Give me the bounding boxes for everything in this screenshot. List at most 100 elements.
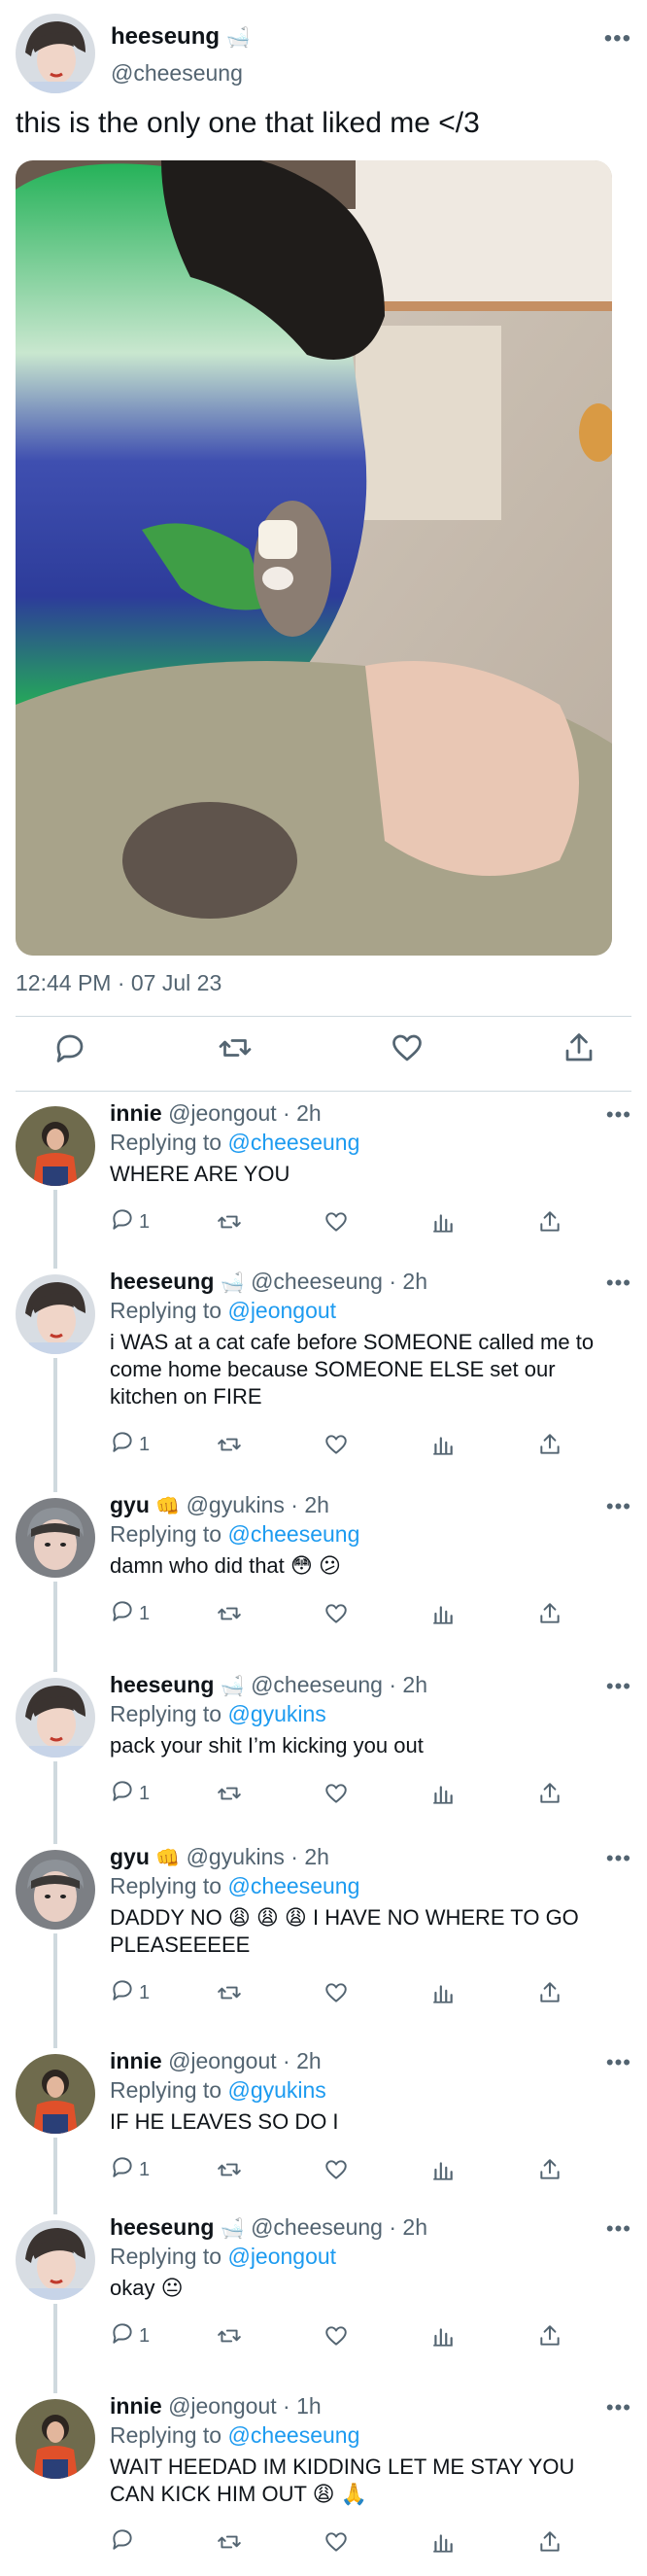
reply-button[interactable]: 1 [110,2155,150,2184]
stats-icon[interactable] [430,1779,456,1808]
author-name[interactable]: innie [110,2393,162,2419]
reply-tweet[interactable]: heeseung 🛁 @cheeseung · 2h ••• Replying to… [0,1269,647,1492]
stats-icon[interactable] [430,2155,456,2184]
reply-tweet[interactable]: innie @jeongout · 1h ••• Replying to @chee… [0,2393,647,2576]
share-icon[interactable] [562,1030,600,1069]
like-icon[interactable] [390,1030,428,1069]
stats-icon[interactable] [430,1978,456,2007]
reply-button[interactable]: 1 [110,1599,150,1628]
reply-button[interactable] [110,2527,139,2557]
reply-button[interactable]: 1 [110,1207,150,1236]
author-handle[interactable]: @cheeseung [251,1672,383,1697]
author-handle[interactable]: @jeongout [168,1100,277,1126]
avatar[interactable] [16,14,95,93]
like-icon[interactable] [324,1779,349,1808]
retweet-icon[interactable] [217,1978,242,2007]
retweet-icon[interactable] [217,1779,242,1808]
stats-icon[interactable] [430,2527,456,2557]
stats-icon[interactable] [430,2321,456,2350]
author-name[interactable]: gyu [110,1844,150,1869]
reply-time[interactable]: 2h [304,1492,329,1517]
tweet-timestamp[interactable]: 12:44 PM · 07 Jul 23 [16,970,221,996]
like-icon[interactable] [324,1599,349,1628]
reply-time[interactable]: 2h [296,2048,322,2073]
avatar[interactable] [16,2054,95,2134]
reply-button[interactable]: 1 [110,1779,150,1808]
reply-time[interactable]: 1h [296,2393,322,2419]
retweet-icon[interactable] [217,2321,242,2350]
retweet-icon[interactable] [217,2527,242,2557]
share-icon[interactable] [537,2321,562,2350]
share-icon[interactable] [537,1779,562,1808]
author-name[interactable]: heeseung [110,2214,214,2240]
like-icon[interactable] [324,2527,349,2557]
retweet-icon[interactable] [217,1207,242,1236]
share-icon[interactable] [537,2155,562,2184]
retweet-icon[interactable] [218,1030,256,1069]
more-icon[interactable]: ••• [606,2395,631,2420]
avatar[interactable] [16,1274,95,1354]
reply-tweet[interactable]: innie @jeongout · 2h ••• Replying to @gyuk… [0,2048,647,2214]
author-handle[interactable]: @cheeseung [251,2214,383,2240]
reply-time[interactable]: 2h [296,1100,322,1126]
more-icon[interactable]: ••• [606,2050,631,2075]
share-icon[interactable] [537,1599,562,1628]
reply-tweet[interactable]: gyu 👊 @gyukins · 2h ••• Replying to @chees… [0,1492,647,1672]
avatar[interactable] [16,1850,95,1930]
share-icon[interactable] [537,2527,562,2557]
replying-to-handle[interactable]: @jeongout [227,2244,336,2269]
more-icon[interactable]: ••• [606,1674,631,1699]
reply-time[interactable]: 2h [304,1844,329,1869]
reply-tweet[interactable]: gyu 👊 @gyukins · 2h ••• Replying to @chees… [0,1844,647,2048]
replying-to-handle[interactable]: @cheeseung [227,1130,359,1155]
stats-icon[interactable] [430,1430,456,1459]
retweet-icon[interactable] [217,1599,242,1628]
stats-icon[interactable] [430,1599,456,1628]
replying-to-handle[interactable]: @cheeseung [227,2422,359,2448]
more-icon[interactable]: ••• [606,1102,631,1128]
retweet-icon[interactable] [217,2155,242,2184]
author-handle[interactable]: @cheeseung [111,60,243,87]
author-name[interactable]: innie [110,1100,162,1126]
replying-to-handle[interactable]: @gyukins [227,2077,325,2103]
more-icon[interactable]: ••• [606,1846,631,1871]
replying-to-handle[interactable]: @gyukins [227,1701,325,1726]
like-icon[interactable] [324,1207,349,1236]
author-name[interactable]: gyu [110,1492,150,1517]
tweet-photo[interactable] [16,160,612,956]
more-icon[interactable]: ••• [606,1271,631,1296]
reply-time[interactable]: 2h [402,1269,427,1294]
replying-to-handle[interactable]: @jeongout [227,1298,336,1323]
replying-to-handle[interactable]: @cheeseung [227,1521,359,1547]
author-name[interactable]: innie [110,2048,162,2073]
share-icon[interactable] [537,1978,562,2007]
avatar[interactable] [16,1106,95,1186]
more-icon[interactable]: ••• [606,1494,631,1519]
reply-time[interactable]: 2h [402,1672,427,1697]
share-icon[interactable] [537,1207,562,1236]
like-icon[interactable] [324,2155,349,2184]
reply-button[interactable]: 1 [110,1978,150,2007]
author-handle[interactable]: @cheeseung [251,1269,383,1294]
reply-tweet[interactable]: innie @jeongout · 2h ••• Replying to @chee… [0,1100,647,1269]
stats-icon[interactable] [430,1207,456,1236]
author-handle[interactable]: @jeongout [168,2048,277,2073]
like-icon[interactable] [324,1978,349,2007]
avatar[interactable] [16,2399,95,2479]
reply-button[interactable]: 1 [110,1430,150,1459]
like-icon[interactable] [324,1430,349,1459]
replying-to-handle[interactable]: @cheeseung [227,1873,359,1898]
reply-time[interactable]: 2h [402,2214,427,2240]
more-icon[interactable]: ••• [604,25,631,52]
avatar[interactable] [16,1678,95,1758]
share-icon[interactable] [537,1430,562,1459]
like-icon[interactable] [324,2321,349,2350]
author-handle[interactable]: @jeongout [168,2393,277,2419]
author-name[interactable]: heeseung 🛁 [111,23,251,51]
author-handle[interactable]: @gyukins [187,1492,285,1517]
reply-tweet[interactable]: heeseung 🛁 @cheeseung · 2h ••• Replying to… [0,2214,647,2393]
reply-icon[interactable] [52,1030,91,1069]
author-handle[interactable]: @gyukins [187,1844,285,1869]
author-name[interactable]: heeseung [110,1672,214,1697]
reply-tweet[interactable]: heeseung 🛁 @cheeseung · 2h ••• Replying to… [0,1672,647,1844]
